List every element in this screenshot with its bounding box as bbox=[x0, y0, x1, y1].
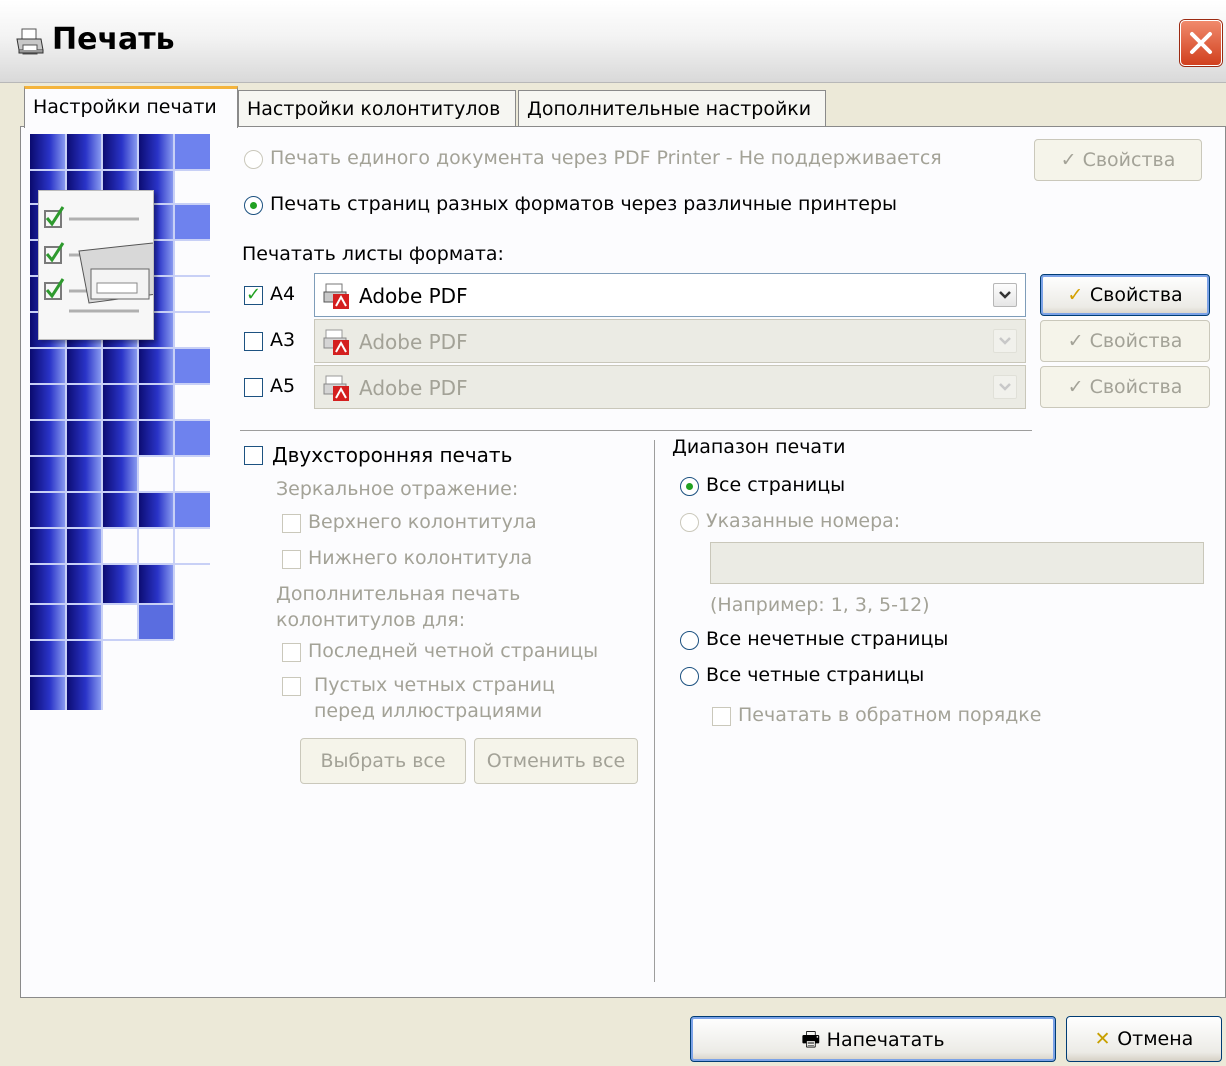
multi-printer-label: Печать страниц разных форматов через раз… bbox=[270, 193, 898, 215]
specified-pages-label: Указанные номера: bbox=[706, 510, 901, 532]
chevron-down-icon[interactable] bbox=[993, 329, 1017, 353]
chevron-down-icon[interactable] bbox=[993, 375, 1017, 399]
extra-print-label-2: колонтитулов для: bbox=[276, 609, 466, 631]
even-pages-radio[interactable] bbox=[680, 667, 699, 686]
format-a4-label: A4 bbox=[270, 283, 296, 305]
printer-a5-select[interactable]: Adobe PDF bbox=[314, 365, 1026, 409]
close-button[interactable] bbox=[1180, 20, 1222, 66]
printer-icon bbox=[16, 28, 44, 55]
check-icon: ✓ bbox=[1060, 149, 1083, 171]
page-numbers-input[interactable] bbox=[710, 542, 1204, 584]
tab-print-settings[interactable]: Настройки печати bbox=[24, 86, 238, 128]
empty-even-pages-label: Пустых четных страниц bbox=[314, 674, 555, 696]
cancel-icon: ✕ bbox=[1094, 1028, 1118, 1050]
check-icon: ✓ bbox=[1067, 284, 1090, 306]
printer-a4-value: Adobe PDF bbox=[359, 284, 468, 308]
tab-label: Настройки колонтитулов bbox=[247, 98, 501, 120]
tab-header-footer-settings[interactable]: Настройки колонтитулов bbox=[238, 90, 516, 126]
tab-label: Дополнительные настройки bbox=[527, 98, 812, 120]
format-a3-checkbox[interactable] bbox=[244, 332, 263, 351]
printer-a3-properties-button[interactable]: ✓ Свойства bbox=[1040, 320, 1210, 362]
chevron-down-icon[interactable] bbox=[993, 283, 1017, 307]
button-label: Свойства bbox=[1089, 284, 1183, 306]
select-all-button[interactable]: Выбрать все bbox=[300, 738, 466, 784]
mirror-header-label: Верхнего колонтитула bbox=[308, 511, 537, 533]
check-icon: ✓ bbox=[1067, 376, 1090, 398]
format-a5-label: A5 bbox=[270, 375, 296, 397]
all-pages-radio[interactable] bbox=[680, 477, 699, 496]
mirror-header-checkbox[interactable] bbox=[282, 514, 301, 533]
printer-a4-properties-button[interactable]: ✓ Свойства bbox=[1040, 274, 1210, 316]
checklist-printer-icon bbox=[44, 206, 180, 313]
printer-a3-select[interactable]: Adobe PDF bbox=[314, 319, 1026, 363]
duplex-label: Двухсторонняя печать bbox=[272, 443, 513, 467]
format-a4-checkbox[interactable] bbox=[244, 284, 263, 305]
printer-icon: 🖶 bbox=[801, 1027, 827, 1051]
formats-heading: Печатать листы формата: bbox=[242, 243, 504, 265]
button-label: Свойства bbox=[1089, 376, 1183, 398]
mirror-footer-checkbox[interactable] bbox=[282, 550, 301, 569]
single-pdf-label: Печать единого документа через PDF Print… bbox=[270, 147, 942, 169]
print-button[interactable]: 🖶 Напечатать bbox=[690, 1016, 1056, 1062]
odd-pages-label: Все нечетные страницы bbox=[706, 628, 949, 650]
pdf-printer-icon bbox=[323, 375, 349, 401]
button-label: Свойства bbox=[1082, 149, 1176, 171]
print-dialog: Печать Настройки печати Настройки колонт… bbox=[0, 0, 1226, 1066]
odd-pages-radio[interactable] bbox=[680, 631, 699, 650]
format-a5-checkbox[interactable] bbox=[244, 378, 263, 397]
section-divider bbox=[240, 430, 1032, 431]
pdf-printer-icon bbox=[323, 283, 349, 309]
even-pages-label: Все четные страницы bbox=[706, 664, 925, 686]
tab-additional-settings[interactable]: Дополнительные настройки bbox=[518, 90, 826, 126]
printer-illustration bbox=[38, 190, 180, 340]
empty-even-pages-label-2: перед иллюстрациями bbox=[314, 700, 543, 722]
last-even-page-checkbox[interactable] bbox=[282, 643, 301, 662]
empty-even-pages-checkbox[interactable] bbox=[282, 677, 301, 696]
reverse-order-label: Печатать в обратном порядке bbox=[738, 704, 1042, 726]
button-label: Напечатать bbox=[826, 1029, 945, 1051]
all-pages-label: Все страницы bbox=[706, 474, 846, 496]
mirror-label: Зеркальное отражение: bbox=[276, 478, 519, 500]
range-heading: Диапазон печати bbox=[672, 436, 846, 458]
format-a3-label: A3 bbox=[270, 329, 296, 351]
reverse-order-checkbox[interactable] bbox=[712, 707, 731, 726]
single-pdf-radio[interactable] bbox=[244, 150, 263, 169]
tab-label: Настройки печати bbox=[33, 96, 217, 118]
close-icon bbox=[1190, 32, 1212, 54]
multi-printer-radio[interactable] bbox=[244, 196, 263, 215]
window-title: Печать bbox=[52, 22, 175, 57]
printer-a4-select[interactable]: Adobe PDF bbox=[314, 273, 1026, 317]
check-icon: ✓ bbox=[1067, 330, 1090, 352]
cancel-button[interactable]: ✕ Отмена bbox=[1066, 1016, 1222, 1062]
printer-a5-value: Adobe PDF bbox=[359, 376, 468, 400]
last-even-page-label: Последней четной страницы bbox=[308, 640, 599, 662]
button-label: Отмена bbox=[1117, 1028, 1194, 1050]
title-bar[interactable]: Печать bbox=[0, 0, 1226, 83]
pdf-printer-icon bbox=[323, 329, 349, 355]
extra-print-label: Дополнительная печать bbox=[276, 583, 521, 605]
single-pdf-properties-button[interactable]: ✓ Свойства bbox=[1034, 139, 1202, 181]
mirror-footer-label: Нижнего колонтитула bbox=[308, 547, 533, 569]
duplex-checkbox[interactable] bbox=[244, 446, 263, 465]
printer-a3-value: Adobe PDF bbox=[359, 330, 468, 354]
column-divider bbox=[654, 440, 655, 982]
page-numbers-example: (Например: 1, 3, 5-12) bbox=[710, 594, 930, 616]
printer-a5-properties-button[interactable]: ✓ Свойства bbox=[1040, 366, 1210, 408]
specified-pages-radio[interactable] bbox=[680, 513, 699, 532]
button-label: Свойства bbox=[1089, 330, 1183, 352]
deselect-all-button[interactable]: Отменить все bbox=[474, 738, 638, 784]
